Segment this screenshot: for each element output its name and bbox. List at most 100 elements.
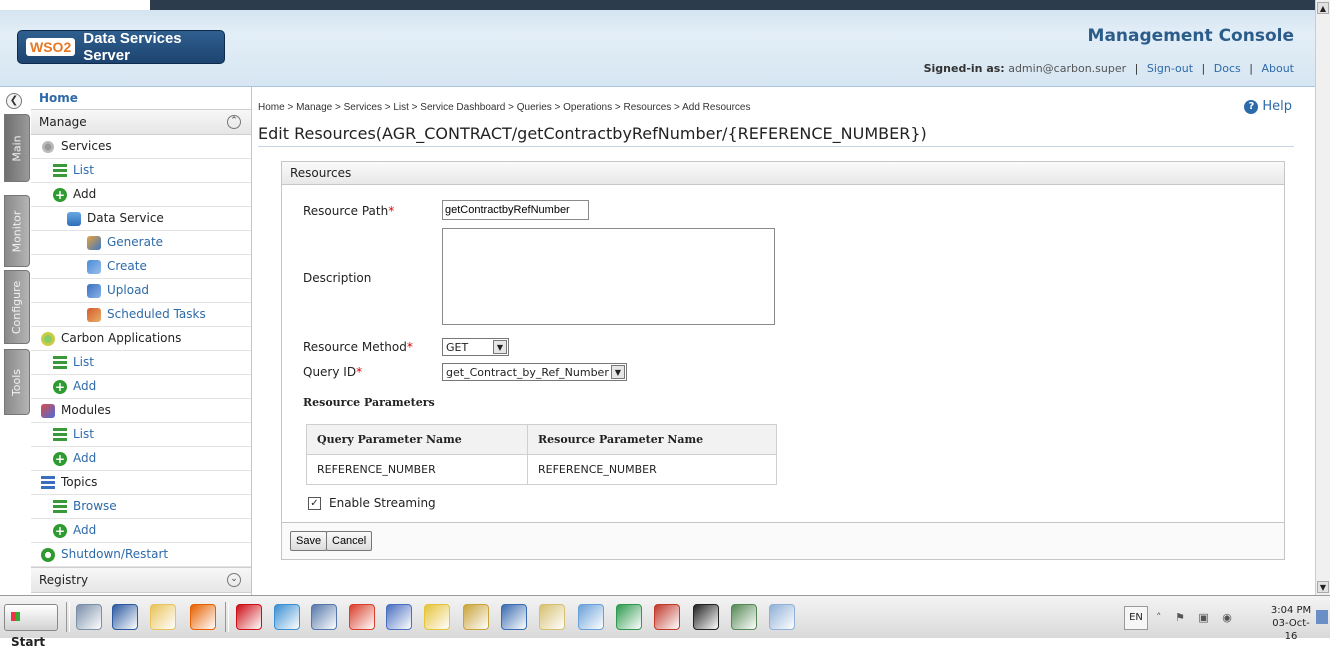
notepad-icon[interactable] bbox=[765, 602, 799, 632]
radiation-icon[interactable] bbox=[420, 602, 454, 632]
menu-item-topics-browse[interactable]: Browse bbox=[31, 495, 251, 519]
scroll-down-icon[interactable]: ▼ bbox=[1317, 581, 1329, 593]
chevron-up-icon[interactable]: ⌃ bbox=[227, 115, 241, 129]
breadcrumb[interactable]: Home > Manage > Services > List > Servic… bbox=[258, 102, 750, 113]
enable-streaming-checkbox[interactable]: ✓ bbox=[308, 496, 321, 510]
signed-in-user: admin@carbon.super bbox=[1008, 62, 1127, 75]
menu-item-services-add[interactable]: + Add bbox=[31, 183, 251, 207]
menu-item-modules-add[interactable]: + Add bbox=[31, 447, 251, 471]
menu-item-modules-list[interactable]: List bbox=[31, 423, 251, 447]
top-strip bbox=[0, 0, 1316, 10]
sql-icon[interactable] bbox=[497, 602, 531, 632]
description-textarea[interactable] bbox=[442, 228, 775, 325]
list-icon bbox=[53, 355, 67, 370]
dropdown-arrow-icon: ▼ bbox=[611, 365, 625, 379]
windows-taskbar: Start EN ˄ ⚑ ▣ ◉ 3:04 PM 03-Oct-16 bbox=[0, 595, 1330, 649]
windows-logo-icon bbox=[11, 612, 20, 621]
cancel-button[interactable]: Cancel bbox=[326, 531, 373, 551]
user-links: Signed-in as: admin@carbon.super | Sign-… bbox=[923, 62, 1294, 75]
menu-item-services-list[interactable]: List bbox=[31, 159, 251, 183]
add-icon: + bbox=[53, 451, 67, 466]
gear-icon bbox=[41, 139, 55, 154]
menu-item-generate[interactable]: Generate bbox=[31, 231, 251, 255]
query-id-select[interactable]: get_Contract_by_Ref_Number ▼ bbox=[442, 363, 627, 381]
cmd-icon[interactable] bbox=[689, 602, 723, 632]
menu-item-topics-add[interactable]: + Add bbox=[31, 519, 251, 543]
menu-section-registry[interactable]: Registry ⌄ bbox=[31, 567, 251, 593]
opera-icon[interactable] bbox=[232, 602, 266, 632]
column-header-resource-parameter: Resource Parameter Name bbox=[527, 424, 777, 455]
resource-parameters-table: Query Parameter Name Resource Parameter … bbox=[306, 424, 777, 485]
resource-path-input[interactable] bbox=[442, 200, 589, 220]
main-content: Home > Manage > Services > List > Servic… bbox=[252, 87, 1316, 595]
utility-icon[interactable] bbox=[382, 602, 416, 632]
title-divider bbox=[258, 146, 1294, 147]
monitor-icon[interactable] bbox=[727, 602, 761, 632]
about-link[interactable]: About bbox=[1261, 62, 1294, 75]
add-icon: + bbox=[53, 379, 67, 394]
description-label: Description bbox=[303, 271, 372, 285]
console-title: Management Console bbox=[1087, 26, 1294, 46]
button-bar: Save Cancel bbox=[282, 522, 1284, 559]
menu-home[interactable]: Home bbox=[31, 87, 251, 109]
resource-method-select[interactable]: GET ▼ bbox=[442, 338, 509, 356]
menu-item-modules[interactable]: Modules bbox=[31, 399, 251, 423]
form-section-title: Resources bbox=[282, 162, 1284, 185]
window-app-icon[interactable] bbox=[307, 602, 341, 632]
menu-item-carbon-add[interactable]: + Add bbox=[31, 375, 251, 399]
carbon-app-icon bbox=[41, 331, 55, 346]
taskbar-clock[interactable]: 3:04 PM 03-Oct-16 bbox=[1268, 604, 1314, 643]
file-explorer-icon[interactable] bbox=[146, 602, 180, 632]
tray-icons[interactable]: ˄ ⚑ ▣ ◉ bbox=[1156, 611, 1237, 624]
resources-form: Resources Resource Path* Description Res… bbox=[281, 161, 1285, 560]
shutdown-icon bbox=[41, 547, 55, 562]
column-header-query-parameter: Query Parameter Name bbox=[306, 424, 528, 455]
generate-icon bbox=[87, 235, 101, 250]
menu-item-shutdown-restart[interactable]: Shutdown/Restart bbox=[31, 543, 251, 567]
menu-item-data-service[interactable]: Data Service bbox=[31, 207, 251, 231]
product-logo[interactable]: WSO2 Data Services Server bbox=[17, 30, 225, 64]
tab-configure[interactable]: Configure bbox=[4, 270, 30, 344]
dss-app-icon[interactable] bbox=[270, 602, 304, 632]
show-desktop-icon[interactable] bbox=[1316, 610, 1328, 624]
list-icon bbox=[53, 499, 67, 514]
enable-streaming-option[interactable]: ✓ Enable Streaming bbox=[308, 496, 436, 510]
start-button[interactable]: Start bbox=[4, 604, 58, 649]
network-tool-icon[interactable] bbox=[72, 602, 106, 632]
menu-item-create[interactable]: Create bbox=[31, 255, 251, 279]
docs-link[interactable]: Docs bbox=[1214, 62, 1241, 75]
menu-item-topics[interactable]: Topics bbox=[31, 471, 251, 495]
sign-out-link[interactable]: Sign-out bbox=[1147, 62, 1193, 75]
query-id-label: Query ID* bbox=[303, 365, 363, 379]
menu-item-upload[interactable]: Upload bbox=[31, 279, 251, 303]
clock-time: 3:04 PM bbox=[1270, 605, 1312, 616]
firefox-icon[interactable] bbox=[186, 602, 220, 632]
menu-section-manage[interactable]: Manage ⌃ bbox=[31, 109, 251, 135]
scroll-up-icon[interactable]: ▲ bbox=[1317, 2, 1329, 14]
vertical-tabs: ❮ Main Monitor Configure Tools bbox=[0, 87, 32, 595]
page-scrollbar[interactable]: ▲ ▼ bbox=[1315, 0, 1330, 595]
menu-item-services[interactable]: Services bbox=[31, 135, 251, 159]
tab-main[interactable]: Main bbox=[4, 114, 30, 182]
chrome-like-icon[interactable] bbox=[345, 602, 379, 632]
menu-item-scheduled-tasks[interactable]: Scheduled Tasks bbox=[31, 303, 251, 327]
tab-monitor[interactable]: Monitor bbox=[4, 195, 30, 267]
calculator-icon[interactable] bbox=[574, 602, 608, 632]
language-indicator[interactable]: EN bbox=[1124, 606, 1148, 630]
powershell-icon[interactable] bbox=[108, 602, 142, 632]
menu-item-carbon-list[interactable]: List bbox=[31, 351, 251, 375]
edit-tool-icon[interactable] bbox=[535, 602, 569, 632]
product-name: Data Services Server bbox=[83, 30, 182, 64]
collapse-menu-icon[interactable]: ❮ bbox=[6, 93, 22, 109]
help-link[interactable]: ? Help bbox=[1244, 99, 1292, 114]
save-button[interactable]: Save bbox=[290, 531, 328, 551]
menu-item-carbon-applications[interactable]: Carbon Applications bbox=[31, 327, 251, 351]
search-tool-icon[interactable] bbox=[459, 602, 493, 632]
chevron-down-icon[interactable]: ⌄ bbox=[227, 573, 241, 587]
dropdown-arrow-icon: ▼ bbox=[493, 340, 507, 354]
visual-tool-icon[interactable] bbox=[650, 602, 684, 632]
tab-tools[interactable]: Tools bbox=[4, 349, 30, 415]
list-icon bbox=[53, 427, 67, 442]
run-app-icon[interactable] bbox=[612, 602, 646, 632]
resource-path-label: Resource Path* bbox=[303, 204, 395, 218]
